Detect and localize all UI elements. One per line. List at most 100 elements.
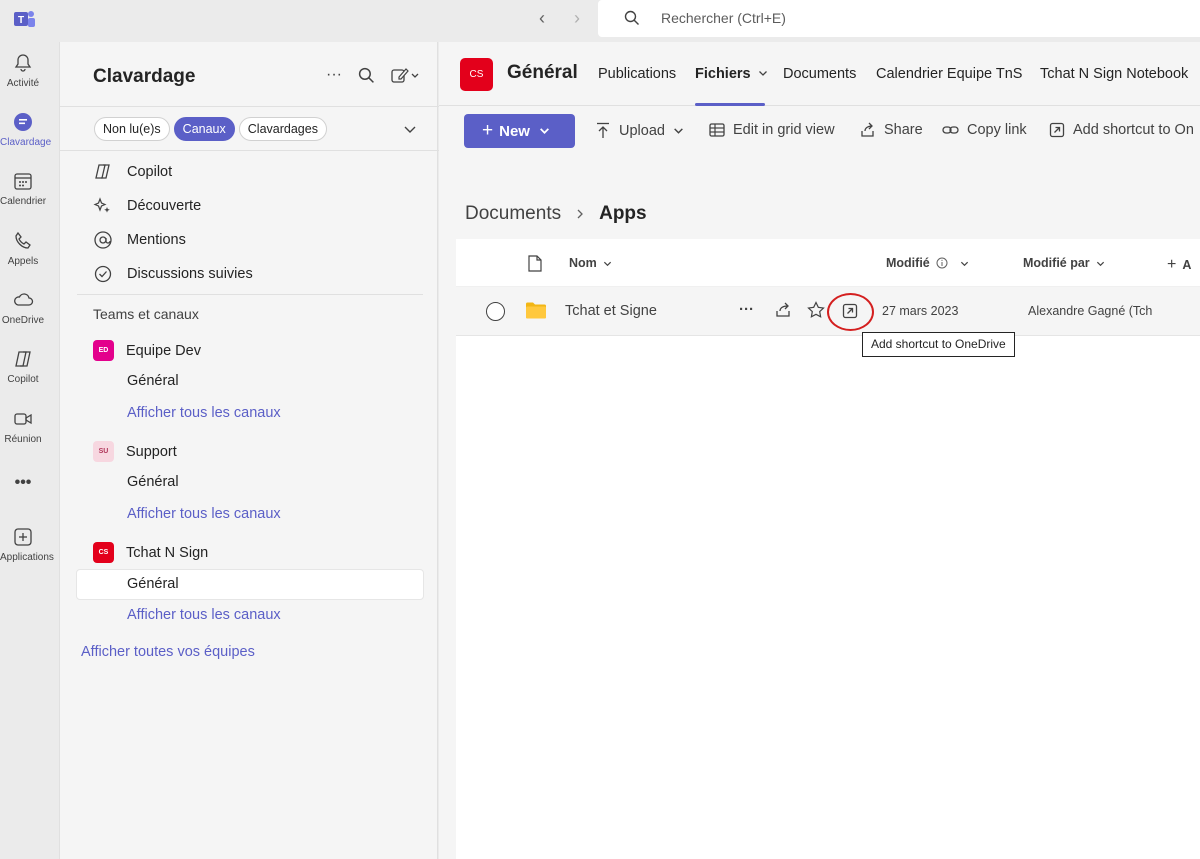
followed-chat-icon — [94, 265, 112, 283]
rail-label: Activité — [6, 78, 40, 89]
file-list: Nom Modifié Modifié par + A Tchat et Sig… — [456, 239, 1200, 859]
column-label: Modifié — [886, 256, 930, 270]
tooltip: Add shortcut to OneDrive — [862, 332, 1015, 357]
rail-label: Applications — [0, 552, 54, 563]
table-row[interactable]: Tchat et Signe ··· 27 mars 2023 Alexandr… — [456, 287, 1200, 336]
teams-logo-icon: T — [14, 11, 35, 27]
copilot-icon — [95, 164, 110, 179]
add-shortcut-button[interactable]: Add shortcut to On — [1049, 122, 1194, 138]
team-support[interactable]: SU Support — [93, 441, 177, 462]
phone-icon — [15, 231, 31, 249]
upload-icon — [597, 122, 609, 138]
team-name: Tchat N Sign — [126, 544, 209, 561]
divider — [60, 106, 439, 107]
forward-arrow-icon[interactable]: › — [565, 8, 589, 30]
nav-discover[interactable]: Découverte — [93, 196, 201, 216]
compose-icon[interactable] — [391, 67, 419, 84]
chevron-down-icon — [603, 261, 611, 266]
column-name[interactable]: Nom — [569, 256, 612, 270]
rail-label: Calendrier — [0, 196, 47, 207]
row-select-radio[interactable] — [486, 302, 505, 321]
rail-meeting[interactable]: Réunion — [0, 408, 46, 445]
cloud-icon — [14, 293, 34, 306]
main-content: CS Général Publications Fichiers Documen… — [439, 42, 1200, 859]
search-box[interactable]: Rechercher (Ctrl+E) — [598, 0, 1200, 37]
team-tchat-n-sign[interactable]: CS Tchat N Sign — [93, 542, 208, 563]
bell-icon — [14, 54, 32, 72]
channel-general-selected[interactable]: Général — [127, 576, 179, 592]
show-all-channels-link[interactable]: Afficher tous les canaux — [127, 506, 281, 522]
copy-link-button[interactable]: Copy link — [942, 122, 1027, 138]
file-list-header: Nom Modifié Modifié par + A — [456, 239, 1200, 287]
breadcrumb-root[interactable]: Documents — [465, 203, 561, 225]
rail-copilot[interactable]: Copilot — [0, 348, 46, 385]
star-icon[interactable] — [807, 301, 825, 319]
copilot-icon — [15, 351, 31, 367]
channel-header: CS Général Publications Fichiers Documen… — [439, 42, 1200, 106]
team-avatar: CS — [460, 58, 493, 91]
show-all-channels-link[interactable]: Afficher tous les canaux — [127, 607, 281, 623]
share-label: Share — [884, 122, 923, 138]
more-options-icon[interactable]: ··· — [326, 66, 342, 84]
tab-files[interactable]: Fichiers — [695, 66, 768, 82]
tab-notebook[interactable]: Tchat N Sign Notebook — [1040, 66, 1188, 82]
new-button[interactable]: + New — [464, 114, 575, 148]
more-icon[interactable]: ••• — [0, 474, 46, 492]
back-arrow-icon[interactable]: ‹ — [530, 8, 554, 30]
shortcut-icon — [1049, 122, 1065, 138]
chevron-down-icon — [674, 128, 683, 134]
team-name: Support — [126, 443, 177, 460]
rail-label: Copilot — [7, 374, 39, 385]
nav-label: Mentions — [127, 232, 186, 248]
add-column-button[interactable]: + A — [1167, 256, 1191, 274]
show-all-channels-link[interactable]: Afficher tous les canaux — [127, 405, 281, 421]
video-icon — [14, 413, 32, 425]
modified-by: Alexandre Gagné (Tch — [1028, 304, 1153, 318]
edit-grid-view-button[interactable]: Edit in grid view — [709, 122, 835, 138]
show-all-teams-link[interactable]: Afficher toutes vos équipes — [81, 644, 255, 660]
filter-channels[interactable]: Canaux — [173, 117, 235, 141]
rail-apps[interactable]: Applications — [0, 526, 54, 563]
channel-title: Général — [507, 62, 578, 83]
upload-button[interactable]: Upload — [595, 122, 684, 139]
nav-followed[interactable]: Discussions suivies — [93, 264, 253, 284]
column-modified-by[interactable]: Modifié par — [1023, 256, 1105, 270]
divider — [60, 150, 439, 151]
rail-calendar[interactable]: Calendrier — [0, 170, 46, 207]
channel-general[interactable]: Général — [127, 373, 179, 389]
file-name[interactable]: Tchat et Signe — [565, 303, 657, 319]
filter-chats[interactable]: Clavardages — [238, 117, 327, 141]
link-icon — [942, 126, 959, 134]
add-apps-icon — [14, 528, 32, 546]
filter-unread[interactable]: Non lu(e)s — [94, 117, 170, 141]
chevron-down-icon[interactable] — [403, 122, 417, 136]
share-icon[interactable] — [775, 302, 792, 318]
mention-icon — [94, 231, 112, 249]
rail-calls[interactable]: Appels — [0, 230, 46, 267]
tab-calendar[interactable]: Calendrier Equipe TnS — [876, 66, 1022, 82]
team-equipe-dev[interactable]: ED Equipe Dev — [93, 340, 201, 361]
rail-label: OneDrive — [1, 315, 45, 326]
column-label: Modifié par — [1023, 256, 1090, 270]
panel-actions: ··· — [326, 66, 419, 84]
channel-general[interactable]: Général — [127, 474, 179, 490]
sparkle-icon — [93, 197, 110, 213]
section-heading: Teams et canaux — [93, 306, 199, 322]
rail-chat[interactable]: Clavardage — [0, 111, 51, 148]
more-options-icon[interactable]: ··· — [739, 301, 754, 318]
tab-underline — [695, 103, 765, 106]
new-label: New — [499, 123, 530, 140]
column-modified[interactable]: Modifié — [886, 256, 969, 270]
share-button[interactable]: Share — [860, 122, 923, 138]
nav-mentions[interactable]: Mentions — [93, 230, 186, 250]
tab-documents[interactable]: Documents — [783, 66, 856, 82]
nav-copilot[interactable]: Copilot — [93, 162, 172, 182]
tab-publications[interactable]: Publications — [598, 66, 676, 82]
team-avatar: CS — [93, 542, 114, 563]
rail-activity[interactable]: Activité — [0, 52, 46, 89]
chevron-down-icon — [540, 128, 550, 134]
panel-title: Clavardage — [93, 66, 196, 87]
rail-onedrive[interactable]: OneDrive — [0, 289, 46, 326]
search-icon[interactable] — [358, 67, 375, 84]
calendar-icon — [14, 173, 32, 190]
